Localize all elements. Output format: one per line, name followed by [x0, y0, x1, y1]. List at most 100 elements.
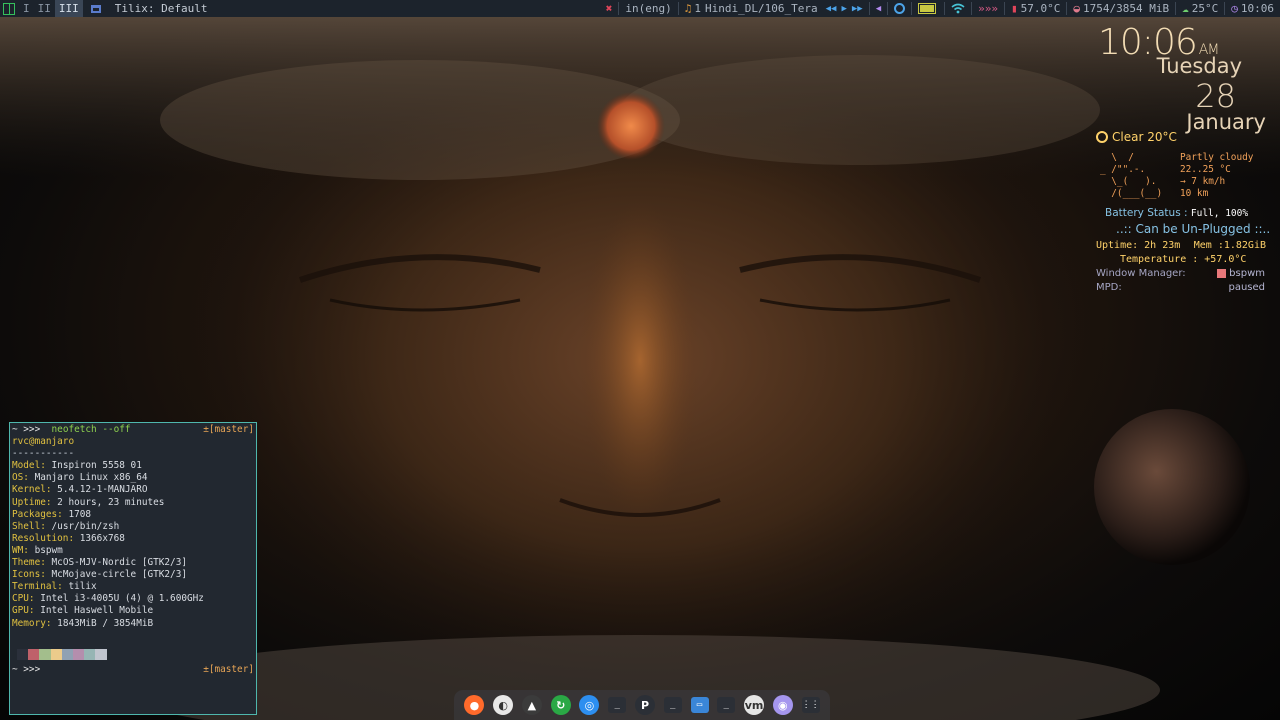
- palette-swatch: [50, 648, 62, 660]
- music-player[interactable]: ♫ 1 Hindi_DL/106_Tera: [681, 0, 822, 17]
- info-value: Manjaro Linux x86_64: [34, 472, 148, 484]
- manjaro-settings-icon[interactable]: ▲: [521, 695, 542, 715]
- clock[interactable]: ◷ 10:06: [1227, 0, 1280, 17]
- info-row: Terminal: tilix: [12, 581, 254, 593]
- track-number: 1: [694, 2, 702, 15]
- info-row: Model: Inspiron 5558 01: [12, 460, 254, 472]
- terminal-3-icon[interactable]: _: [717, 697, 736, 713]
- volume-icon[interactable]: ◀: [872, 0, 885, 17]
- info-value: bspwm: [34, 544, 63, 556]
- dock: ● ◐ ▲ ↻ ◎ _ P _ ▭ _ vm ◉ ⋮⋮: [454, 690, 830, 720]
- previous-icon[interactable]: ◀◀: [826, 4, 837, 14]
- divider: [887, 2, 889, 15]
- separator-line: -----------: [12, 448, 75, 460]
- info-key: Model:: [12, 460, 46, 472]
- p-app-icon[interactable]: P: [634, 695, 655, 715]
- wifi-icon[interactable]: [947, 0, 969, 17]
- wm-value: bspwm: [1217, 268, 1265, 279]
- weather-temperature: ☁ 25°C: [1178, 0, 1222, 17]
- conky-widget: 10:06 AM Tuesday 28 January Clear 20°C \ …: [1090, 20, 1280, 300]
- info-value: 2 hours, 23 minutes: [57, 496, 165, 508]
- palette-swatch: [39, 648, 51, 660]
- info-value: Intel Haswell Mobile: [40, 605, 154, 617]
- refresh-icon[interactable]: ↻: [550, 695, 571, 715]
- info-value: 1843MiB / 3854MiB: [57, 617, 154, 629]
- workspace-2[interactable]: II: [34, 0, 55, 17]
- vm-icon[interactable]: vm: [744, 695, 765, 715]
- info-key: CPU:: [12, 593, 35, 605]
- command-line: ~ >>> neofetch --off ±[master]: [12, 424, 254, 436]
- divider: [944, 2, 946, 15]
- mpd-status: paused: [1228, 282, 1265, 293]
- tilix-icon[interactable]: ⋮⋮: [801, 697, 820, 713]
- sun-icon: [1096, 131, 1108, 143]
- input-line[interactable]: ~ >>> ±[master]: [12, 664, 254, 676]
- wm-name: bspwm: [1229, 268, 1265, 279]
- music-note-icon: ♫: [684, 2, 692, 15]
- settings-gear-icon[interactable]: [890, 0, 909, 17]
- weather-summary: Clear 20°C: [1112, 130, 1177, 144]
- unplug-message: ..:: Can be Un-Plugged ::..: [1116, 222, 1271, 236]
- info-value: /usr/bin/zsh: [51, 520, 120, 532]
- info-value: 5.4.12-1-MANJARO: [57, 484, 148, 496]
- weather-icon: ☁: [1182, 2, 1189, 15]
- divider: [868, 2, 870, 15]
- info-key: Icons:: [12, 569, 46, 581]
- globe-icon[interactable]: ◎: [579, 695, 600, 715]
- conky-uptime: Uptime: 2h 23m: [1096, 240, 1181, 251]
- info-row: Resolution: 1366x768: [12, 533, 254, 545]
- battery-label: Battery Status :: [1105, 207, 1188, 219]
- conky-weather: Clear 20°C: [1096, 130, 1177, 144]
- discord-icon[interactable]: ◉: [772, 695, 793, 715]
- divider: [971, 2, 973, 15]
- user-host: rvc@manjaro: [12, 436, 75, 448]
- info-row: Uptime: 2 hours, 23 minutes: [12, 497, 254, 509]
- info-row: Icons: McMojave-circle [GTK2/3]: [12, 569, 254, 581]
- clock-time: 10:06: [1240, 2, 1274, 15]
- divider: [1066, 2, 1068, 15]
- divider: [1224, 2, 1226, 15]
- window-icon[interactable]: ▭: [690, 697, 709, 713]
- memory-icon: ◒: [1073, 2, 1081, 15]
- memory-usage: ◒ 1754/3854 MiB: [1069, 0, 1173, 17]
- workspace-3[interactable]: III: [54, 0, 83, 17]
- info-key: Memory:: [12, 617, 52, 629]
- battery-status: Battery Status : Full, 100%: [1105, 207, 1248, 219]
- info-value: Intel i3-4005U (4) @ 1.600GHz: [40, 593, 204, 605]
- workspace-1[interactable]: I: [19, 0, 34, 17]
- info-value: McOS-MJV-Nordic [GTK2/3]: [51, 557, 187, 569]
- info-value: 1366x768: [79, 532, 125, 544]
- terminal-icon[interactable]: _: [608, 697, 627, 713]
- close-window-icon[interactable]: ✖: [602, 0, 617, 17]
- battery-icon: [914, 0, 942, 17]
- play-icon[interactable]: ▶: [841, 4, 846, 14]
- color-palette: [17, 648, 254, 660]
- git-branch: ±[master]: [203, 424, 254, 435]
- wm-label: Window Manager:: [1096, 268, 1186, 279]
- info-key: Shell:: [12, 520, 46, 532]
- info-value: tilix: [68, 581, 97, 593]
- clock-icon: ◷: [1231, 2, 1238, 15]
- keyboard-layout[interactable]: in(eng): [621, 0, 675, 17]
- info-row: Packages: 1708: [12, 509, 254, 521]
- prompt: ~ >>>: [12, 424, 41, 435]
- cpu-temperature: ▮ 57.0°C: [1007, 0, 1064, 17]
- palette-swatch: [84, 648, 96, 660]
- palette-swatch: [28, 648, 40, 660]
- info-row: GPU: Intel Haswell Mobile: [12, 605, 254, 617]
- terminal-window[interactable]: ~ >>> neofetch --off ±[master] rvc@manja…: [9, 422, 257, 715]
- bspwm-icon: [1217, 269, 1227, 278]
- weather-ascii-art: \ / _ /"".-. \_( ). /(___(__): [1100, 152, 1163, 199]
- info-value: 1708: [68, 508, 92, 520]
- files-icon[interactable]: ◐: [493, 695, 514, 715]
- palette-swatch: [72, 648, 85, 660]
- memory-value: 1754/3854 MiB: [1083, 2, 1170, 15]
- conky-temperature: Temperature : +57.0°C: [1120, 254, 1247, 265]
- palette-swatch: [61, 648, 73, 660]
- next-icon[interactable]: ▶▶: [852, 4, 863, 14]
- terminal-2-icon[interactable]: _: [663, 697, 682, 713]
- prompt: ~ >>>: [12, 663, 41, 675]
- firefox-icon[interactable]: ●: [464, 695, 485, 715]
- manjaro-logo-icon[interactable]: [3, 2, 15, 15]
